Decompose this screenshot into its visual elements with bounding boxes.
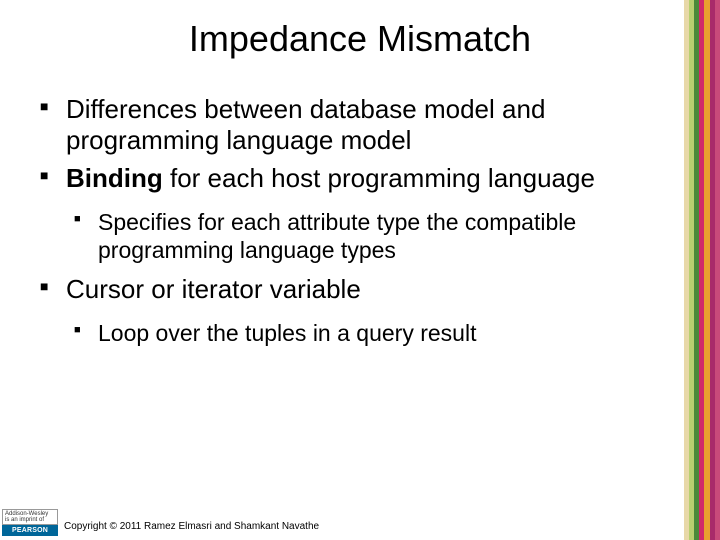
bullet-text: Cursor or iterator variable — [66, 274, 361, 304]
bullet-item: Cursor or iterator variable Loop over th… — [40, 274, 664, 347]
publisher-brand: PEARSON — [2, 525, 58, 536]
slide-footer: Addison-Wesley is an imprint of PEARSON … — [0, 506, 720, 540]
publisher-line: is an imprint of — [5, 517, 44, 523]
sub-bullet-text: Specifies for each attribute type the co… — [98, 209, 576, 263]
bullet-bold: Binding — [66, 163, 163, 193]
slide-title: Impedance Mismatch — [20, 18, 700, 60]
copyright-text: Copyright © 2011 Ramez Elmasri and Shamk… — [64, 521, 319, 532]
publisher-name: Addison-Wesley is an imprint of — [2, 509, 58, 525]
bullet-text: for each host programming language — [163, 163, 595, 193]
sub-bullet-item: Specifies for each attribute type the co… — [66, 208, 664, 264]
bullet-item: Differences between database model and p… — [40, 94, 664, 155]
bullet-item: Binding for each host programming langua… — [40, 163, 664, 264]
decorative-side-stripes — [684, 0, 720, 540]
sub-bullet-list: Specifies for each attribute type the co… — [66, 208, 664, 264]
slide-content: Impedance Mismatch Differences between d… — [0, 0, 684, 540]
sub-bullet-item: Loop over the tuples in a query result — [66, 319, 664, 347]
sub-bullet-text: Loop over the tuples in a query result — [98, 320, 476, 346]
bullet-list: Differences between database model and p… — [40, 94, 664, 347]
bullet-text: Differences between database model and p… — [66, 94, 545, 155]
sub-bullet-list: Loop over the tuples in a query result — [66, 319, 664, 347]
publisher-logo: Addison-Wesley is an imprint of PEARSON — [2, 509, 58, 536]
